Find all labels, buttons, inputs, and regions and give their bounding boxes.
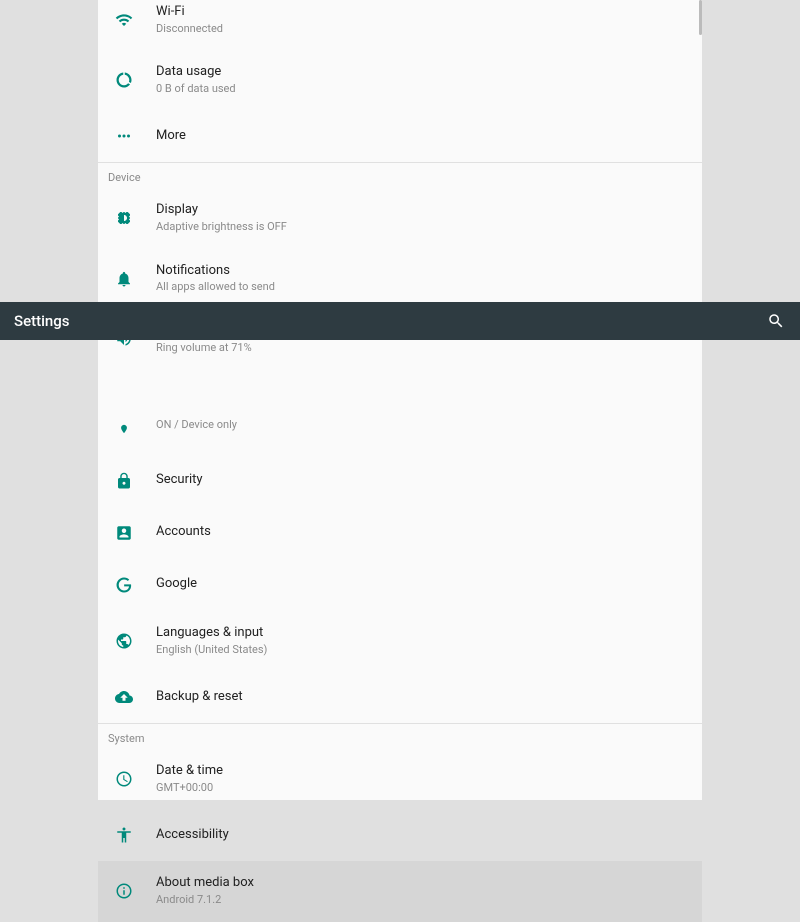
item-display[interactable]: Display Adaptive brightness is OFF <box>98 188 702 248</box>
item-accessibility[interactable]: Accessibility <box>98 809 702 861</box>
item-more[interactable]: More <box>98 110 702 162</box>
app-bar-title: Settings <box>14 312 70 330</box>
location-icon <box>112 417 136 441</box>
info-icon <box>112 879 136 903</box>
item-subtitle: Ring volume at 71% <box>156 341 252 355</box>
item-subtitle: Android 7.1.2 <box>156 893 254 907</box>
item-subtitle: 0 B of data used <box>156 82 236 96</box>
item-title: Accounts <box>156 524 211 541</box>
appbar-gap <box>98 369 702 411</box>
item-subtitle: GMT+00:00 <box>156 781 223 795</box>
search-icon[interactable] <box>766 311 786 331</box>
item-title: More <box>156 128 186 145</box>
data-usage-icon <box>112 68 136 92</box>
item-title: Google <box>156 576 197 593</box>
wifi-icon <box>112 8 136 32</box>
item-subtitle: English (United States) <box>156 643 267 657</box>
item-subtitle: ON / Device only <box>156 418 237 432</box>
google-icon <box>112 573 136 597</box>
item-title: Notifications <box>156 263 275 280</box>
clock-icon <box>112 767 136 791</box>
item-subtitle: Adaptive brightness is OFF <box>156 220 287 234</box>
item-about[interactable]: About media box Android 7.1.2 <box>98 861 702 921</box>
account-icon <box>112 521 136 545</box>
item-title: Data usage <box>156 64 236 81</box>
item-location-partial[interactable]: ON / Device only <box>98 411 702 455</box>
lock-icon <box>112 469 136 493</box>
item-title: Backup & reset <box>156 689 243 706</box>
item-title: Security <box>156 472 203 489</box>
section-header-device: Device <box>98 163 702 188</box>
item-subtitle: All apps allowed to send <box>156 280 275 294</box>
item-google[interactable]: Google <box>98 559 702 611</box>
item-title: About media box <box>156 875 254 892</box>
bell-icon <box>112 267 136 291</box>
item-date-time[interactable]: Date & time GMT+00:00 <box>98 749 702 809</box>
item-data-usage[interactable]: Data usage 0 B of data used <box>98 50 702 110</box>
globe-icon <box>112 629 136 653</box>
item-notifications[interactable]: Notifications All apps allowed to send <box>98 249 702 309</box>
item-title: Wi-Fi <box>156 4 223 21</box>
item-title: Accessibility <box>156 827 229 844</box>
item-title: Languages & input <box>156 625 267 642</box>
item-security[interactable]: Security <box>98 455 702 507</box>
section-header-system: System <box>98 724 702 749</box>
item-languages[interactable]: Languages & input English (United States… <box>98 611 702 671</box>
more-icon <box>112 124 136 148</box>
accessibility-icon <box>112 823 136 847</box>
item-backup[interactable]: Backup & reset <box>98 671 702 723</box>
settings-list: Wi-Fi Disconnected Data usage 0 B of dat… <box>98 0 702 800</box>
item-title: Date & time <box>156 763 223 780</box>
cloud-upload-icon <box>112 685 136 709</box>
app-bar: Settings <box>0 302 800 340</box>
item-title: Display <box>156 202 287 219</box>
item-subtitle: Disconnected <box>156 22 223 36</box>
item-wifi[interactable]: Wi-Fi Disconnected <box>98 0 702 50</box>
item-accounts[interactable]: Accounts <box>98 507 702 559</box>
display-icon <box>112 206 136 230</box>
